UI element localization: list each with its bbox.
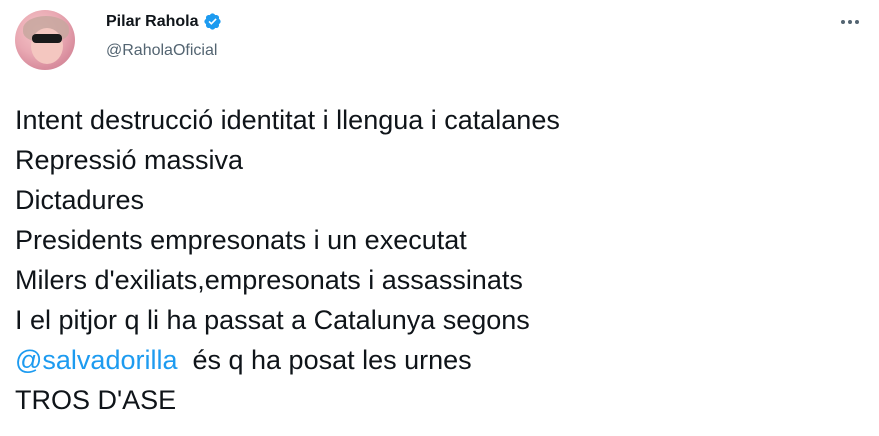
tweet-text: Intent destrucció identitat i llengua i … [15,100,865,420]
verified-badge-icon [204,13,222,30]
more-dot [855,20,859,24]
tweet-line: TROS D'ASE [15,385,177,415]
author-name-row: Pilar Rahola [106,12,222,31]
tweet-line: Repressió massiva [15,145,244,175]
more-icon[interactable] [836,10,864,34]
tweet-line: Dictadures [15,185,145,215]
avatar-sunglasses [32,34,62,43]
tweet-line: Presidents empresonats i un executat [15,225,467,255]
author-avatar[interactable] [15,10,75,70]
tweet-line-mention: @salvadorilla és q ha posat les urnes [15,340,865,380]
author-name[interactable]: Pilar Rahola [106,13,198,31]
mention-rest-text: és q ha posat les urnes [177,345,472,375]
tweet-line: I el pitjor q li ha passat a Catalunya s… [15,305,530,335]
more-dot [841,20,845,24]
tweet-line: Intent destrucció identitat i llengua i … [15,105,560,135]
tweet-line: Milers d'exiliats,empresonats i assassin… [15,265,523,295]
author-handle[interactable]: @RaholaOficial [106,42,217,60]
more-dot [848,20,852,24]
mention-link[interactable]: @salvadorilla [15,345,177,375]
